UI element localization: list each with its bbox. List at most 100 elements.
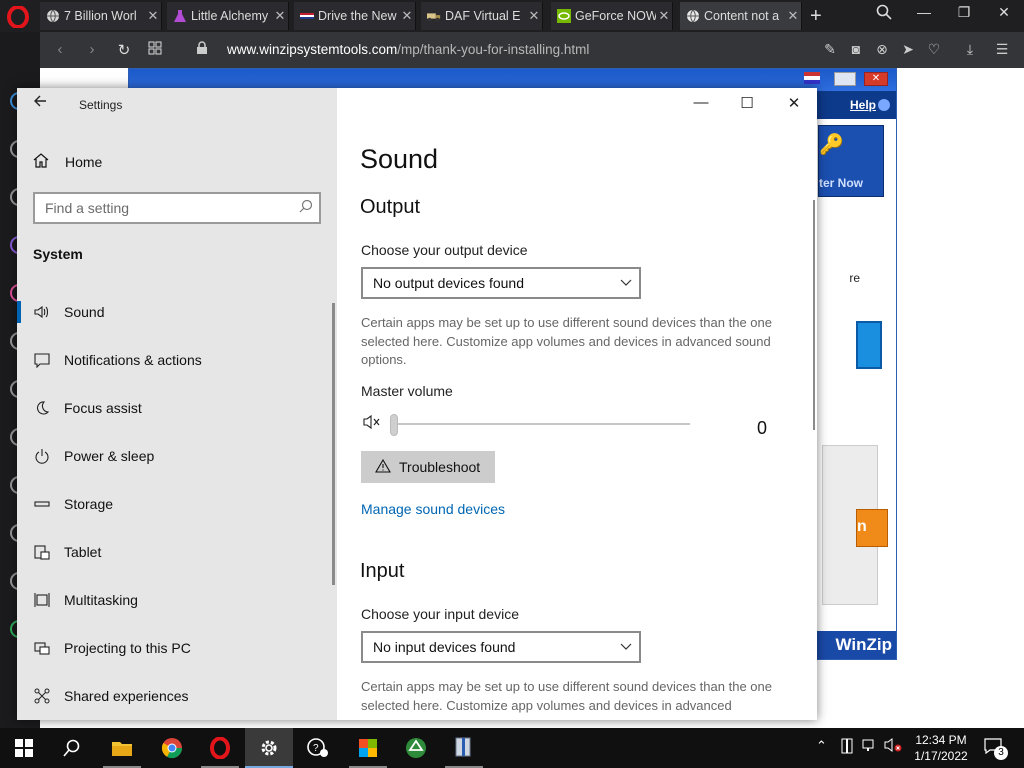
settings-gear-icon[interactable]: [257, 736, 281, 760]
nav-item-sound[interactable]: Sound: [17, 288, 333, 336]
lock-icon[interactable]: [192, 41, 212, 59]
winzip-app-icon[interactable]: [452, 736, 476, 760]
tabs-grid-icon[interactable]: [145, 41, 165, 59]
orange-button[interactable]: n: [856, 509, 888, 547]
browser-tab[interactable]: GeForce NOW ✕: [551, 2, 673, 30]
forward-icon[interactable]: ›: [82, 41, 102, 58]
nav-item-storage[interactable]: Storage: [17, 480, 333, 528]
network-icon[interactable]: [862, 738, 878, 755]
nav-item-label: Focus assist: [64, 400, 142, 416]
close-tab-icon[interactable]: ✕: [656, 8, 672, 24]
output-device-select[interactable]: No output devices found: [361, 267, 641, 299]
browser-tab[interactable]: 7 Billion Worl ✕: [40, 2, 162, 30]
reload-icon[interactable]: ↻: [114, 41, 134, 59]
nav-item-tablet[interactable]: Tablet: [17, 528, 333, 576]
system-clock[interactable]: 12:34 PM 1/17/2022: [906, 732, 976, 764]
back-arrow-icon[interactable]: [33, 94, 47, 113]
input-device-select[interactable]: No input devices found: [361, 631, 641, 663]
help-icon[interactable]: [878, 99, 890, 111]
search-icon[interactable]: [299, 199, 313, 216]
home-label: Home: [65, 154, 103, 170]
back-icon[interactable]: ‹: [50, 41, 70, 58]
manage-sound-devices-link[interactable]: Manage sound devices: [361, 501, 505, 517]
search-tabs-icon[interactable]: [870, 4, 898, 23]
nav-item-notifications[interactable]: Notifications & actions: [17, 336, 333, 384]
new-tab-icon[interactable]: +: [810, 5, 822, 28]
help-link[interactable]: Help: [850, 98, 876, 112]
power-icon: [33, 447, 51, 465]
tray-app-icon[interactable]: [840, 738, 854, 757]
home-nav[interactable]: Home: [33, 150, 102, 174]
download-icon[interactable]: ⤓: [960, 41, 980, 58]
input-heading: Input: [360, 560, 405, 582]
flask-icon: [173, 9, 187, 23]
chevron-down-icon: [613, 640, 639, 654]
url-path: /mp/thank-you-for-installing.html: [397, 42, 590, 57]
nav-item-shared-experiences[interactable]: Shared experiences: [17, 672, 333, 720]
close-icon[interactable]: ✕: [864, 72, 888, 86]
blue-button[interactable]: [856, 321, 882, 369]
troubleshoot-button[interactable]: Troubleshoot: [361, 451, 495, 483]
close-tab-icon[interactable]: ✕: [145, 8, 161, 24]
file-explorer-icon[interactable]: [110, 736, 134, 760]
close-tab-icon[interactable]: ✕: [272, 8, 288, 24]
show-hidden-icons-icon[interactable]: ⌃: [816, 738, 827, 754]
register-label: ter Now: [819, 176, 864, 190]
chrome-icon[interactable]: [160, 736, 184, 760]
menu-icon[interactable]: ☰: [992, 41, 1012, 58]
settings-sidebar: Settings Home System Sound: [17, 88, 337, 720]
page-title: Sound: [360, 144, 439, 174]
key-icon: 🔑: [819, 134, 844, 156]
camera-icon[interactable]: ◙: [846, 41, 866, 57]
opera-icon[interactable]: [208, 736, 232, 760]
nav-item-projecting[interactable]: Projecting to this PC: [17, 624, 333, 672]
nav-item-power-sleep[interactable]: Power & sleep: [17, 432, 333, 480]
content-scrollbar[interactable]: [813, 200, 815, 430]
register-panel[interactable]: 🔑 ter Now: [818, 125, 884, 197]
maximize-icon[interactable]: ☐: [732, 94, 762, 112]
minimize-icon[interactable]: —: [910, 4, 938, 20]
browser-tab[interactable]: DAF Virtual E ✕: [421, 2, 543, 30]
edit-icon[interactable]: ✎: [820, 41, 840, 58]
start-icon[interactable]: [12, 736, 36, 760]
heart-icon[interactable]: ♡: [924, 41, 944, 58]
volume-slider-track[interactable]: [394, 423, 690, 425]
nav-item-focus-assist[interactable]: Focus assist: [17, 384, 333, 432]
search-icon[interactable]: [60, 736, 84, 760]
help-chat-icon[interactable]: ?: [306, 736, 330, 760]
opera-logo-icon[interactable]: [6, 6, 30, 28]
browser-tab[interactable]: Drive the New ✕: [294, 2, 416, 30]
volume-muted-icon[interactable]: [363, 414, 383, 434]
block-icon[interactable]: ⊗: [872, 41, 892, 58]
close-window-icon[interactable]: ✕: [990, 4, 1018, 21]
restore-icon[interactable]: ❐: [950, 4, 978, 21]
browser-tab[interactable]: Little Alchemy ✕: [167, 2, 289, 30]
notification-count-badge: 3: [994, 746, 1008, 760]
browser-tab-active[interactable]: Content not a ✕: [680, 2, 802, 30]
tab-title: 7 Billion Worl: [64, 9, 137, 23]
settings-app-title: Settings: [79, 98, 123, 112]
speaker-icon: [33, 303, 51, 321]
close-tab-icon[interactable]: ✕: [526, 8, 542, 24]
close-tab-icon[interactable]: ✕: [785, 8, 801, 24]
send-icon[interactable]: ➤: [898, 41, 918, 58]
flag-icon: [804, 72, 820, 84]
store-app-icon[interactable]: [356, 736, 380, 760]
volume-slider-thumb[interactable]: [390, 414, 398, 436]
url-field[interactable]: www.winzipsystemtools.com/mp/thank-you-f…: [227, 42, 589, 57]
nav-item-label: Power & sleep: [64, 448, 155, 464]
volume-muted-icon[interactable]: [884, 738, 902, 755]
tab-title: GeForce NOW: [575, 9, 656, 23]
minimize-icon[interactable]: [834, 72, 856, 86]
sidebar-scrollbar[interactable]: [332, 303, 335, 585]
output-device-label: Choose your output device: [361, 242, 528, 258]
close-icon[interactable]: ✕: [779, 94, 809, 112]
nav-item-multitasking[interactable]: Multitasking: [17, 576, 333, 624]
tab-title: Content not a: [704, 9, 780, 23]
recycle-app-icon[interactable]: [404, 736, 428, 760]
nav-item-label: Storage: [64, 496, 114, 512]
search-input[interactable]: [35, 194, 285, 222]
nav-item-label: Sound: [64, 304, 105, 320]
close-tab-icon[interactable]: ✕: [399, 8, 415, 24]
minimize-icon[interactable]: —: [686, 94, 716, 111]
